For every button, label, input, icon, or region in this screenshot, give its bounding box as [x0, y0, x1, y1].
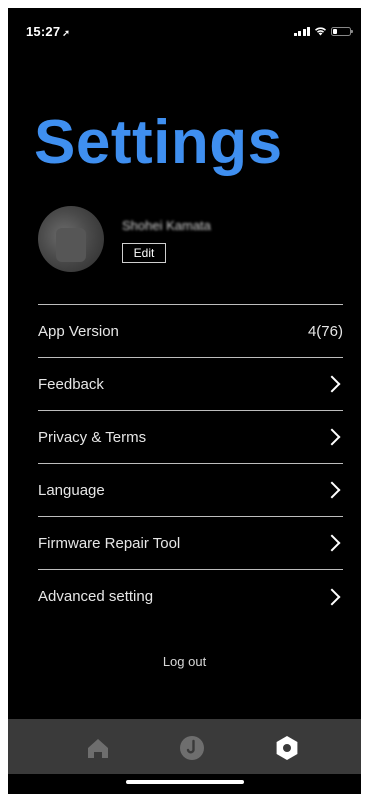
status-bar: 15:27 ➚ [8, 8, 361, 52]
chevron-right-icon [323, 375, 341, 393]
settings-row-firmware-repair-tool[interactable]: Firmware Repair Tool [38, 517, 343, 570]
battery-icon [331, 26, 353, 36]
settings-hex-icon [276, 736, 298, 760]
settings-row-label: Privacy & Terms [38, 428, 147, 446]
j-icon [180, 736, 204, 760]
app-version-value: 4(76) [307, 322, 343, 340]
tab-j[interactable] [162, 719, 222, 774]
settings-row-label: Firmware Repair Tool [38, 534, 181, 552]
settings-row-advanced-setting[interactable]: Advanced setting [38, 570, 343, 623]
chevron-right-icon [323, 534, 341, 552]
tab-settings[interactable] [257, 719, 317, 774]
location-icon: ➚ [62, 28, 70, 38]
edit-profile-button[interactable]: Edit [122, 243, 166, 263]
tab-home[interactable] [68, 719, 128, 774]
settings-row-language[interactable]: Language [38, 464, 343, 517]
signal-icon [293, 26, 310, 36]
settings-list: App Version 4(76) Feedback Privacy & Ter… [38, 304, 343, 623]
home-indicator [126, 780, 244, 784]
wifi-icon [315, 27, 326, 36]
status-time-text: 15:27 [26, 24, 61, 39]
home-icon [88, 739, 108, 758]
settings-row-privacy-terms[interactable]: Privacy & Terms [38, 411, 343, 464]
chevron-right-icon [323, 428, 341, 446]
settings-row-label: Advanced setting [38, 588, 154, 605]
profile-name: Shohei Kamata [122, 218, 211, 233]
status-time: 15:27 ➚ [26, 24, 70, 39]
logout-button[interactable]: Log out [8, 654, 361, 669]
settings-row-label: Language [38, 481, 105, 499]
settings-row-feedback[interactable]: Feedback [38, 358, 343, 411]
settings-row-label: Feedback [38, 375, 104, 393]
page-title: Settings [34, 108, 283, 177]
avatar[interactable] [38, 206, 104, 272]
chevron-right-icon [323, 588, 341, 605]
settings-row-app-version: App Version 4(76) [38, 305, 343, 358]
tab-bar [8, 719, 361, 774]
settings-row-label: App Version [38, 322, 119, 340]
chevron-right-icon [323, 481, 341, 499]
app-screen: 15:27 ➚ Settings Shohei Kamata Edit App … [8, 8, 361, 794]
status-icons [293, 24, 353, 38]
